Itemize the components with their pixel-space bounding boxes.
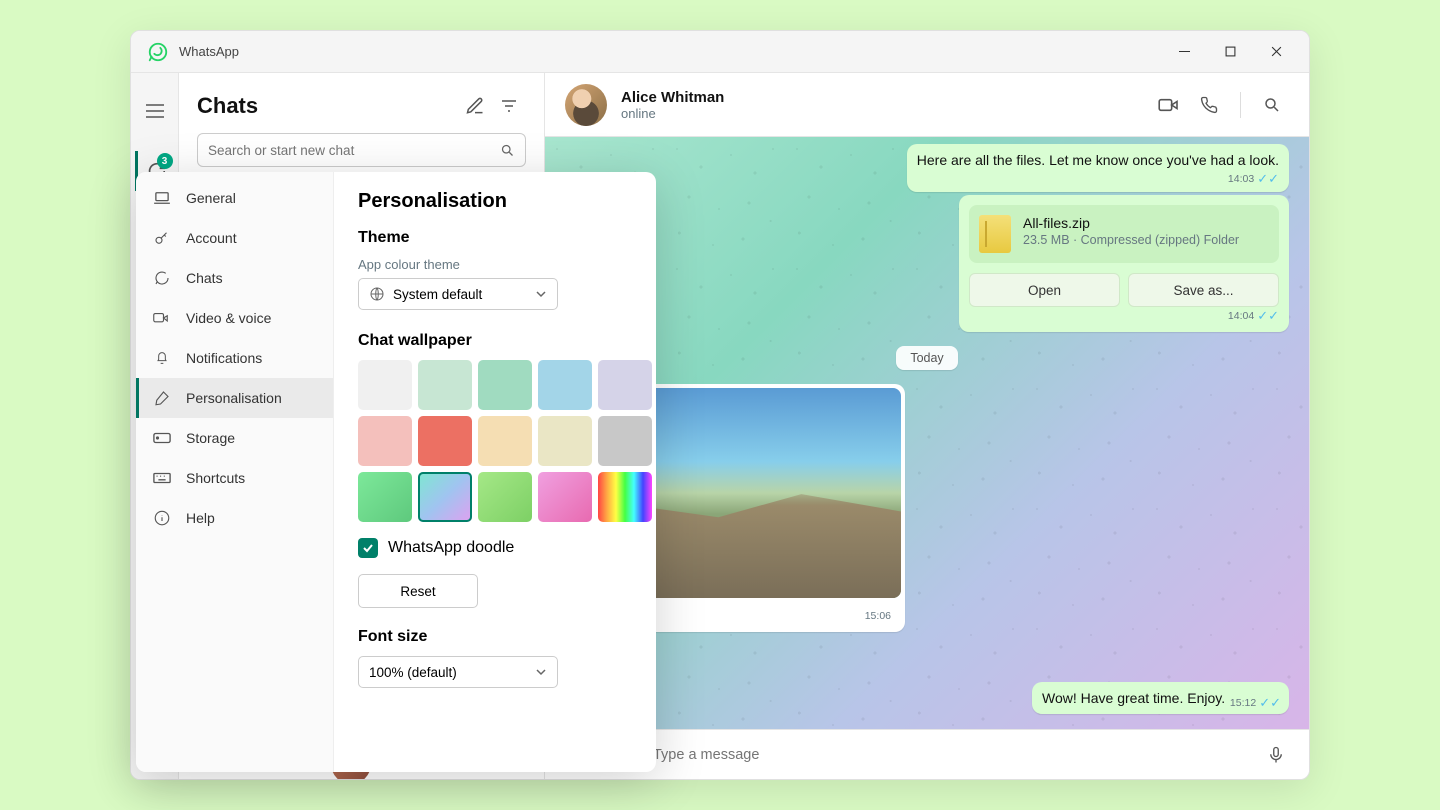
date-separator: Today	[896, 346, 957, 370]
brush-icon	[152, 388, 172, 408]
wallpaper-swatch[interactable]	[598, 360, 652, 410]
message-out[interactable]: Here are all the files. Let me know once…	[907, 144, 1289, 192]
wallpaper-swatches	[358, 360, 632, 522]
wallpaper-swatch[interactable]	[418, 416, 472, 466]
theme-label: App colour theme	[358, 257, 632, 272]
message-text: Here are all the files. Let me know once…	[917, 152, 1279, 168]
message-time: 14:04	[1228, 310, 1254, 322]
font-heading: Font size	[358, 628, 632, 646]
doodle-label: WhatsApp doodle	[388, 539, 514, 557]
settings-sidebar: General Account Chats Video & voice Noti…	[136, 172, 334, 772]
wallpaper-swatch[interactable]	[538, 416, 592, 466]
theme-icon	[369, 286, 385, 302]
message-time: 15:06	[865, 610, 891, 622]
message-out[interactable]: Wow! Have great time. Enjoy. 15:12✓✓	[1032, 682, 1289, 714]
doodle-checkbox[interactable]: WhatsApp doodle	[358, 538, 632, 558]
conversation-panel: Alice Whitman online Here are all the fi…	[545, 73, 1309, 779]
wallpaper-swatch[interactable]	[358, 360, 412, 410]
wallpaper-swatch[interactable]	[418, 360, 472, 410]
settings-item-chats[interactable]: Chats	[136, 258, 333, 298]
theme-heading: Theme	[358, 229, 632, 247]
zip-file-icon	[979, 215, 1011, 253]
info-icon	[152, 508, 172, 528]
wallpaper-swatch[interactable]	[598, 416, 652, 466]
settings-item-video[interactable]: Video & voice	[136, 298, 333, 338]
wallpaper-swatch[interactable]	[598, 472, 652, 522]
chat-icon	[152, 268, 172, 288]
message-text: Wow! Have great time. Enjoy.	[1042, 690, 1225, 706]
wallpaper-swatch[interactable]	[418, 472, 472, 522]
theme-value: System default	[393, 287, 482, 302]
wallpaper-heading: Chat wallpaper	[358, 332, 632, 350]
unread-badge: 3	[157, 153, 173, 169]
settings-title: Personalisation	[358, 190, 632, 213]
contact-status: online	[621, 106, 724, 121]
settings-item-shortcuts[interactable]: Shortcuts	[136, 458, 333, 498]
search-icon	[500, 143, 515, 158]
settings-content: Personalisation Theme App colour theme S…	[334, 172, 656, 772]
mic-button[interactable]	[1259, 738, 1293, 772]
minimize-button[interactable]	[1161, 31, 1207, 73]
new-chat-button[interactable]	[458, 89, 492, 123]
video-icon	[152, 308, 172, 328]
search-input[interactable]	[197, 133, 526, 167]
wallpaper-swatch[interactable]	[478, 416, 532, 466]
whatsapp-logo-icon	[147, 41, 169, 63]
chats-heading: Chats	[197, 93, 458, 119]
message-time: 15:12	[1230, 696, 1256, 710]
settings-item-help[interactable]: Help	[136, 498, 333, 538]
wallpaper-swatch[interactable]	[358, 472, 412, 522]
close-button[interactable]	[1253, 31, 1299, 73]
message-time: 14:03	[1228, 172, 1254, 186]
settings-item-general[interactable]: General	[136, 178, 333, 218]
search-field[interactable]	[208, 143, 500, 158]
reset-button[interactable]: Reset	[358, 574, 478, 608]
settings-item-notifications[interactable]: Notifications	[136, 338, 333, 378]
keyboard-icon	[152, 468, 172, 488]
contact-avatar[interactable]	[565, 84, 607, 126]
message-composer	[545, 729, 1309, 779]
chevron-down-icon	[535, 290, 547, 298]
settings-item-personalisation[interactable]: Personalisation	[136, 378, 333, 418]
maximize-button[interactable]	[1207, 31, 1253, 73]
voice-call-button[interactable]	[1192, 88, 1226, 122]
read-ticks-icon: ✓✓	[1257, 309, 1279, 322]
search-in-chat-button[interactable]	[1255, 88, 1289, 122]
video-call-button[interactable]	[1152, 88, 1186, 122]
titlebar[interactable]: WhatsApp	[131, 31, 1309, 73]
wallpaper-swatch[interactable]	[538, 472, 592, 522]
contact-name: Alice Whitman	[621, 89, 724, 106]
settings-popover: General Account Chats Video & voice Noti…	[136, 172, 656, 772]
wallpaper-swatch[interactable]	[478, 360, 532, 410]
hamburger-menu-icon[interactable]	[135, 91, 175, 131]
read-ticks-icon: ✓✓	[1259, 696, 1281, 709]
save-as-button[interactable]: Save as...	[1128, 273, 1279, 307]
settings-item-storage[interactable]: Storage	[136, 418, 333, 458]
message-input[interactable]	[653, 747, 1247, 763]
file-name: All-files.zip	[1023, 215, 1239, 231]
wallpaper-swatch[interactable]	[478, 472, 532, 522]
filter-button[interactable]	[492, 89, 526, 123]
wallpaper-swatch[interactable]	[538, 360, 592, 410]
wallpaper-swatch[interactable]	[358, 416, 412, 466]
checkbox-icon	[358, 538, 378, 558]
file-attachment[interactable]: All-files.zip 23.5 MB · Compressed (zipp…	[959, 195, 1289, 332]
font-value: 100% (default)	[369, 665, 457, 680]
open-file-button[interactable]: Open	[969, 273, 1120, 307]
chevron-down-icon	[535, 668, 547, 676]
font-size-dropdown[interactable]: 100% (default)	[358, 656, 558, 688]
laptop-icon	[152, 188, 172, 208]
key-icon	[152, 228, 172, 248]
settings-item-account[interactable]: Account	[136, 218, 333, 258]
separator	[1240, 92, 1241, 118]
read-ticks-icon: ✓✓	[1257, 172, 1279, 185]
theme-dropdown[interactable]: System default	[358, 278, 558, 310]
app-title: WhatsApp	[179, 44, 239, 59]
file-info: 23.5 MB · Compressed (zipped) Folder	[1023, 233, 1239, 247]
bell-icon	[152, 348, 172, 368]
storage-icon	[152, 428, 172, 448]
